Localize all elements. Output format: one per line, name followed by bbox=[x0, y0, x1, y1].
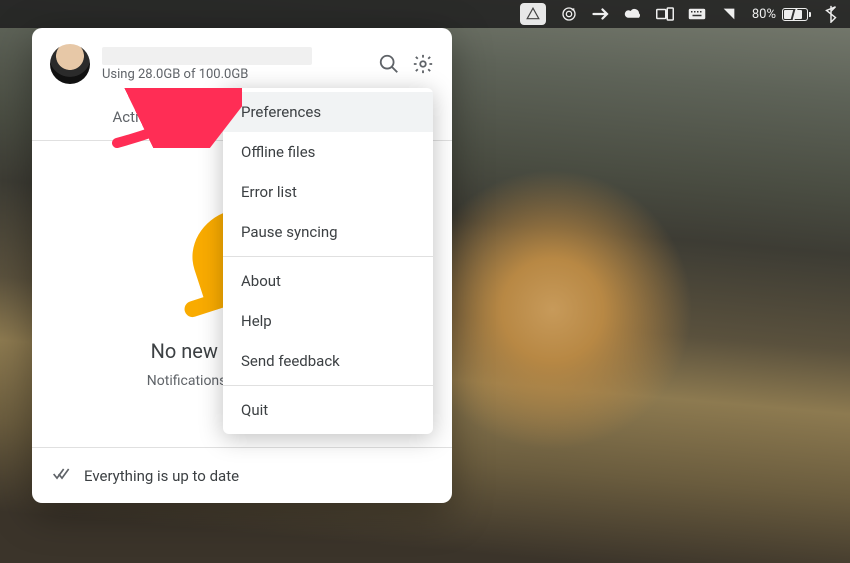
menu-separator bbox=[223, 385, 433, 386]
control-icon[interactable] bbox=[720, 5, 738, 23]
footer-status: Everything is up to date bbox=[84, 467, 239, 485]
storage-usage: Using 28.0GB of 100.0GB bbox=[102, 67, 366, 82]
tab-activity[interactable]: Activity bbox=[32, 96, 242, 140]
battery-icon bbox=[782, 8, 808, 21]
menubar: 80% bbox=[0, 0, 850, 28]
menu-item-help[interactable]: Help bbox=[223, 301, 433, 341]
sidecar-icon[interactable] bbox=[656, 5, 674, 23]
synced-icon bbox=[52, 466, 72, 485]
panel-footer: Everything is up to date bbox=[32, 447, 452, 503]
battery-percent: 80% bbox=[752, 7, 776, 22]
cloud-icon[interactable] bbox=[624, 5, 642, 23]
user-name-redacted bbox=[102, 47, 312, 65]
menu-separator bbox=[223, 256, 433, 257]
drive-tray-icon[interactable] bbox=[520, 3, 546, 25]
bluetooth-icon[interactable] bbox=[822, 5, 840, 23]
search-icon[interactable] bbox=[378, 53, 400, 75]
menu-item-quit[interactable]: Quit bbox=[223, 390, 433, 430]
menu-item-send-feedback[interactable]: Send feedback bbox=[223, 341, 433, 381]
avatar[interactable] bbox=[50, 44, 90, 84]
keyboard-icon[interactable] bbox=[688, 5, 706, 23]
panel-header: Using 28.0GB of 100.0GB bbox=[32, 28, 452, 96]
menu-item-preferences[interactable]: Preferences bbox=[223, 92, 433, 132]
menu-item-pause-syncing[interactable]: Pause syncing bbox=[223, 212, 433, 252]
target-icon[interactable] bbox=[560, 5, 578, 23]
settings-menu: Preferences Offline files Error list Pau… bbox=[223, 88, 433, 434]
gear-icon[interactable] bbox=[412, 53, 434, 75]
battery-status[interactable]: 80% bbox=[752, 7, 808, 22]
menu-item-about[interactable]: About bbox=[223, 261, 433, 301]
menu-item-offline-files[interactable]: Offline files bbox=[223, 132, 433, 172]
vpn-icon[interactable] bbox=[592, 5, 610, 23]
menu-item-error-list[interactable]: Error list bbox=[223, 172, 433, 212]
